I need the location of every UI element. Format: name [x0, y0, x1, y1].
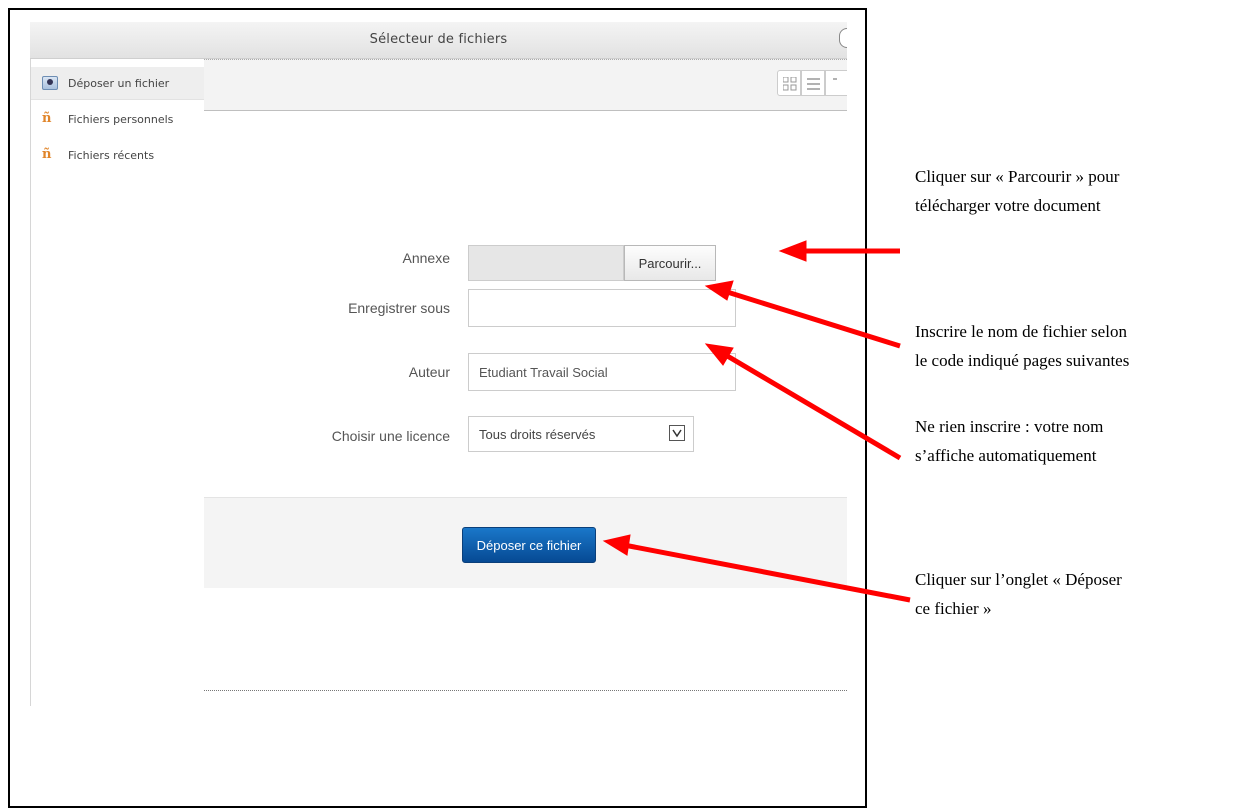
annotation-line: Cliquer sur « Parcourir » pour — [915, 167, 1120, 186]
annotation-arrows — [602, 240, 911, 603]
annotation-save-as: Inscrire le nom de fichier selon le code… — [915, 317, 1255, 375]
arrow-to-author — [722, 351, 902, 461]
annotation-line: Inscrire le nom de fichier selon — [915, 322, 1127, 341]
annotation-browse: Cliquer sur « Parcourir » pour télécharg… — [915, 162, 1255, 220]
annotation-line: Cliquer sur l’onglet « Déposer — [915, 570, 1122, 589]
annotation-line: Ne rien inscrire : votre nom — [915, 417, 1104, 436]
arrow-to-save-as — [723, 288, 901, 349]
arrow-head — [778, 240, 807, 262]
arrow-head — [704, 343, 734, 366]
arrow-head — [602, 534, 631, 556]
arrow-head — [704, 280, 734, 301]
annotation-line: ce fichier » — [915, 599, 992, 618]
arrow-to-submit — [623, 542, 911, 603]
annotation-line: le code indiqué pages suivantes — [915, 351, 1130, 370]
annotation-submit: Cliquer sur l’onglet « Déposer ce fichie… — [915, 565, 1255, 623]
annotation-author: Ne rien inscrire : votre nom s’affiche a… — [915, 412, 1255, 470]
annotation-line: télécharger votre document — [915, 196, 1101, 215]
annotation-line: s’affiche automatiquement — [915, 446, 1097, 465]
